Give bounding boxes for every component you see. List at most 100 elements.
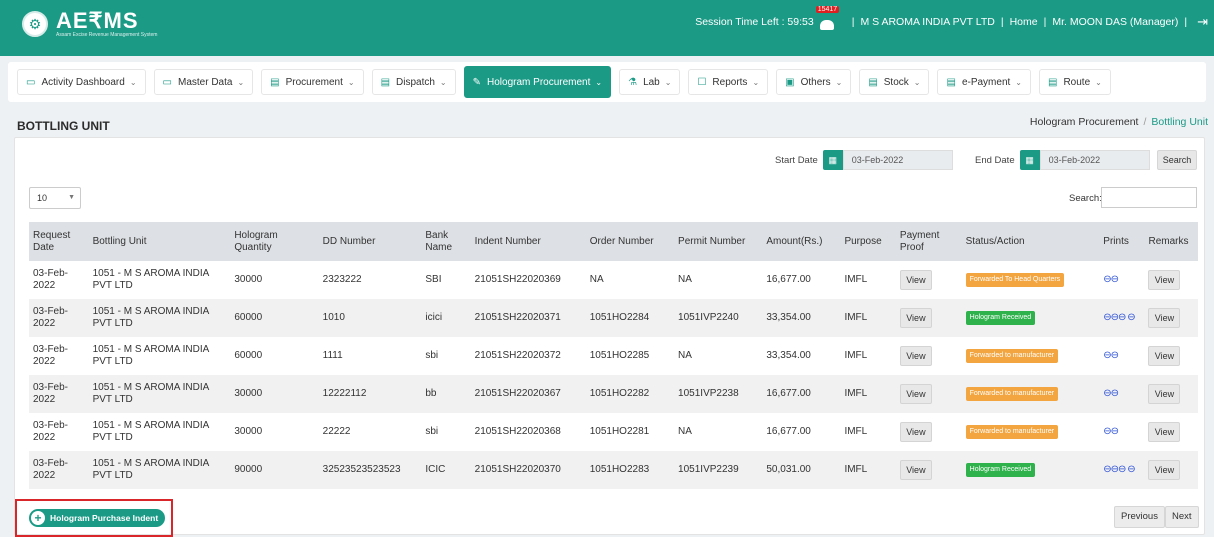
qty-cell: 30000 (230, 261, 319, 299)
unit-cell: 1051 - M S AROMA INDIA PVT LTD (88, 337, 231, 375)
view-remarks-button[interactable]: View (1148, 384, 1181, 404)
column-header[interactable]: Status/Action (961, 222, 1100, 261)
date-cell: 03-Feb-2022 (29, 375, 89, 413)
menu-item-master-data[interactable]: ▭ Master Data ⌄ (153, 69, 254, 95)
logout-icon[interactable]: ⇥ (1197, 14, 1208, 30)
remarks-cell: View (1144, 375, 1198, 413)
column-header[interactable]: Purpose (840, 222, 896, 261)
menu-item-reports[interactable]: ☐ Reports ⌄ (688, 69, 769, 95)
menu-item-label: e-Payment (961, 76, 1011, 88)
menu-item-others[interactable]: ▣ Others ⌄ (776, 69, 852, 95)
page-length-select[interactable]: 10 ▼ (29, 187, 81, 209)
breadcrumb-parent[interactable]: Hologram Procurement (1030, 116, 1139, 128)
purpose-cell: IMFL (840, 261, 896, 299)
report-icon: ☐ (697, 76, 707, 88)
main-menu: ▭ Activity Dashboard ⌄ ▭ Master Data ⌄ ▤ Procur… (8, 62, 1206, 102)
permit-cell: 1051IVP2240 (674, 299, 763, 337)
menu-item-stock[interactable]: ▤ Stock ⌄ (859, 69, 930, 95)
column-header[interactable]: DD Number (318, 222, 422, 261)
start-date-input[interactable]: 03-Feb-2022 (842, 150, 953, 170)
print-icon[interactable]: ⊖⊖ (1103, 388, 1119, 399)
chevron-down-icon: ⌄ (752, 77, 760, 87)
column-header[interactable]: Prints (1099, 222, 1145, 261)
user-menu[interactable]: Mr. MOON DAS (Manager) (1052, 16, 1178, 28)
search-input[interactable] (1101, 187, 1197, 208)
breadcrumb: Hologram Procurement / Bottling Unit (1029, 116, 1208, 128)
column-header[interactable]: Amount(Rs.) (762, 222, 841, 261)
menu-item-e-payment[interactable]: ▤ e-Payment ⌄ (937, 69, 1031, 95)
menu-item-route[interactable]: ▤ Route ⌄ (1039, 69, 1111, 95)
status-badge[interactable]: Forwarded to manufacturer (965, 349, 1059, 363)
column-header[interactable]: Remarks (1144, 222, 1198, 261)
print-icon[interactable]: ⊖⊖ (1103, 274, 1119, 285)
permit-cell: NA (674, 261, 763, 299)
indent-button-label: Hologram Purchase Indent (50, 513, 159, 523)
search-button[interactable]: Search (1157, 150, 1197, 170)
remarks-cell: View (1144, 261, 1198, 299)
menu-item-dispatch[interactable]: ▤ Dispatch ⌄ (371, 69, 456, 95)
end-date-input[interactable]: 03-Feb-2022 (1039, 150, 1150, 170)
view-proof-button[interactable]: View (899, 308, 932, 328)
previous-button[interactable]: Previous (1114, 506, 1165, 528)
view-remarks-button[interactable]: View (1148, 308, 1181, 328)
table-row: 03-Feb-2022 1051 - M S AROMA INDIA PVT LT… (29, 261, 1198, 299)
column-header[interactable]: Request Date (29, 222, 89, 261)
column-header[interactable]: Hologram Quantity (230, 222, 319, 261)
view-remarks-button[interactable]: View (1148, 422, 1181, 442)
notification-bell-icon[interactable]: 15417 (815, 6, 840, 30)
view-proof-button[interactable]: View (899, 460, 932, 480)
prints-cell: ⊖⊖ (1099, 413, 1145, 451)
unit-cell: 1051 - M S AROMA INDIA PVT LTD (88, 413, 231, 451)
order-cell: 1051HO2283 (585, 451, 675, 489)
menu-item-procurement[interactable]: ▤ Procurement ⌄ (261, 69, 364, 95)
menu-item-label: Lab (643, 76, 660, 88)
chevron-down-icon: ⌄ (1095, 77, 1102, 87)
status-badge[interactable]: Forwarded to manufacturer (965, 387, 1059, 401)
order-cell: 1051HO2282 (585, 375, 675, 413)
print-icon[interactable]: ⊖⊖⊖ ⊖ (1103, 464, 1135, 475)
column-header[interactable]: Bank Name (421, 222, 471, 261)
status-badge[interactable]: Hologram Received (965, 311, 1036, 325)
print-icon[interactable]: ⊖⊖ (1103, 350, 1119, 361)
app-logo[interactable]: ⚙ AE₹MS Assam Excise Revenue Management … (22, 10, 157, 38)
bank-cell: icici (421, 299, 471, 337)
column-header[interactable]: Order Number (585, 222, 675, 261)
menu-item-lab[interactable]: ⚗ Lab ⌄ (619, 69, 681, 95)
table-row: 03-Feb-2022 1051 - M S AROMA INDIA PVT LT… (29, 337, 1198, 375)
column-header[interactable]: Payment Proof (895, 222, 962, 261)
dashboard-icon: ▭ (26, 76, 36, 88)
status-badge[interactable]: Hologram Received (965, 463, 1036, 477)
amount-cell: 16,677.00 (762, 413, 841, 451)
view-remarks-button[interactable]: View (1148, 460, 1181, 480)
menu-item-activity-dashboard[interactable]: ▭ Activity Dashboard ⌄ (17, 69, 146, 95)
column-header[interactable]: Indent Number (470, 222, 586, 261)
calendar-icon[interactable]: ▦ (1019, 150, 1040, 170)
column-header[interactable]: Bottling Unit (88, 222, 231, 261)
status-badge[interactable]: Forwarded To Head Quarters (965, 273, 1065, 287)
hologram-purchase-indent-button[interactable]: + Hologram Purchase Indent (29, 509, 166, 527)
status-cell: Forwarded to manufacturer (961, 375, 1100, 413)
view-proof-button[interactable]: View (899, 346, 932, 366)
flask-icon: ⚗ (628, 76, 638, 88)
qty-cell: 30000 (230, 413, 319, 451)
status-badge[interactable]: Forwarded to manufacturer (965, 425, 1059, 439)
chevron-down-icon: ⌄ (347, 77, 355, 87)
unit-cell: 1051 - M S AROMA INDIA PVT LTD (88, 261, 231, 299)
print-icon[interactable]: ⊖⊖⊖ ⊖ (1103, 312, 1135, 323)
doc-icon: ▤ (380, 76, 391, 88)
page-title: BOTTLING UNIT (17, 119, 110, 133)
amount-cell: 50,031.00 (762, 451, 841, 489)
view-proof-button[interactable]: View (899, 422, 932, 442)
view-remarks-button[interactable]: View (1148, 270, 1181, 290)
remarks-cell: View (1144, 299, 1198, 337)
print-icon[interactable]: ⊖⊖ (1103, 426, 1119, 437)
view-proof-button[interactable]: View (899, 270, 932, 290)
bank-cell: ICIC (421, 451, 471, 489)
next-button[interactable]: Next (1165, 506, 1199, 528)
calendar-icon[interactable]: ▦ (822, 150, 843, 170)
view-remarks-button[interactable]: View (1148, 346, 1181, 366)
home-link[interactable]: Home (1010, 16, 1038, 28)
menu-item-hologram-procurement[interactable]: ✎ Hologram Procurement ⌄ (463, 66, 612, 98)
column-header[interactable]: Permit Number (674, 222, 763, 261)
view-proof-button[interactable]: View (899, 384, 932, 404)
